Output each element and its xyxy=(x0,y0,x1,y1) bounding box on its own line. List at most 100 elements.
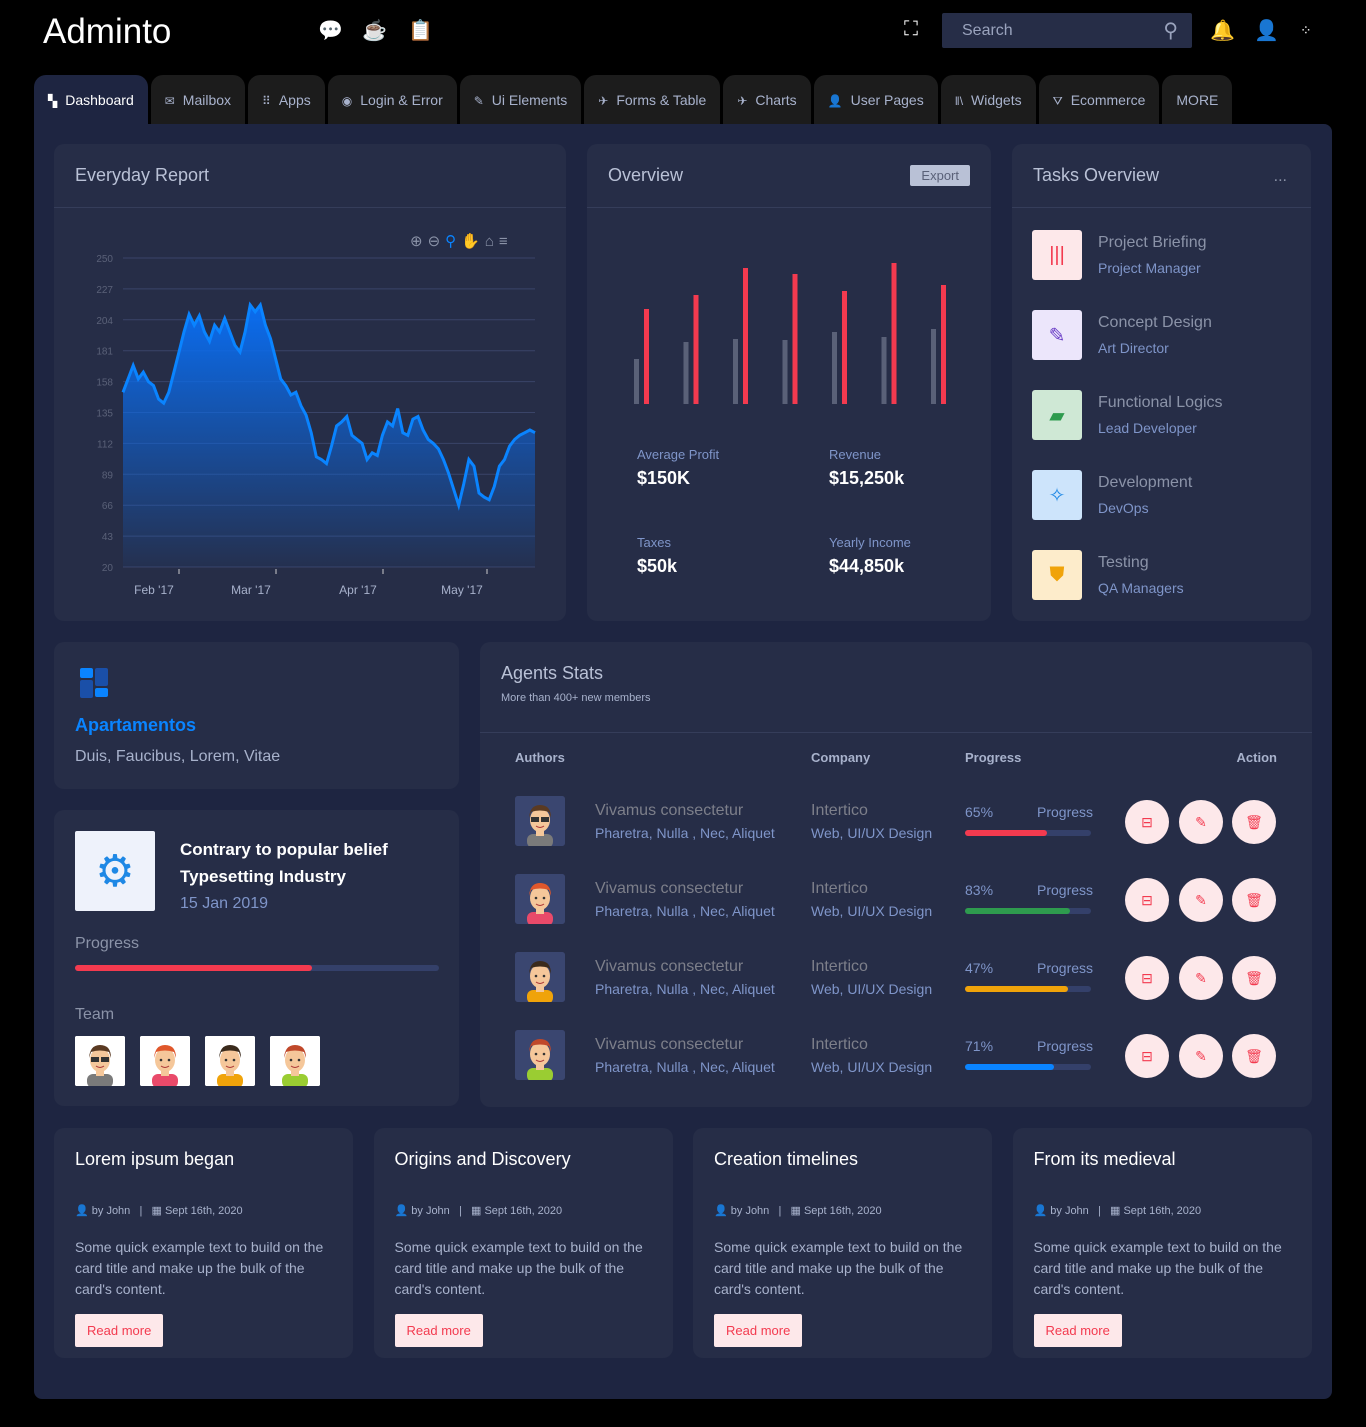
calendar-icon: ▦ xyxy=(1110,1205,1121,1217)
company-role: Web, UI/UX Design xyxy=(811,1059,933,1075)
tasks-overview-card: Tasks Overview ... ||| Project Briefing Pr… xyxy=(1012,144,1311,621)
read-more-button[interactable]: Read more xyxy=(75,1314,164,1347)
task-role: QA Managers xyxy=(1098,580,1184,596)
avatar[interactable] xyxy=(515,952,565,1002)
card-title: Agents Stats xyxy=(501,663,604,683)
clipboard-icon[interactable]: 📋 xyxy=(408,18,433,43)
post-card: Lorem ipsum began 👤 by John | ▦ Sept 16t… xyxy=(54,1128,353,1358)
delete-button[interactable]: 🗑 xyxy=(1232,800,1276,844)
tab-charts[interactable]: ✈ Charts xyxy=(723,75,811,124)
tab-label: Widgets xyxy=(971,92,1022,108)
app-logo[interactable]: Adminto xyxy=(43,12,171,52)
trash-icon: 🗑 xyxy=(1245,891,1263,908)
chat-icon[interactable]: 💬 xyxy=(318,18,343,43)
search-input[interactable]: Search ⚲ xyxy=(942,13,1192,48)
toggle-button[interactable]: ⊟ xyxy=(1125,878,1169,922)
delete-button[interactable]: 🗑 xyxy=(1232,1034,1276,1078)
user-icon: 👤 xyxy=(1033,1205,1048,1217)
post-title: Origins and Discovery xyxy=(394,1149,571,1169)
avatar[interactable] xyxy=(270,1036,320,1086)
avatar[interactable] xyxy=(75,1036,125,1086)
avatar[interactable] xyxy=(515,1030,565,1080)
avatar[interactable] xyxy=(515,874,565,924)
tab-dashboard[interactable]: ▚ Dashboard xyxy=(34,75,148,124)
tab-user-pages[interactable]: 👤 User Pages xyxy=(813,75,938,124)
post-date: Sept 16th, 2020 xyxy=(1123,1205,1202,1217)
overview-bar xyxy=(792,274,798,404)
toggle-icon: ⊟ xyxy=(1141,813,1153,830)
edit-icon: ✎ xyxy=(1195,813,1207,830)
project-card: ⚙ Contrary to popular belief Typesetting… xyxy=(54,810,459,1106)
toggle-icon: ⊟ xyxy=(1141,969,1153,986)
tab-more[interactable]: MORE xyxy=(1162,75,1233,124)
tab-login-error[interactable]: ◉ Login & Error xyxy=(327,75,457,124)
author-tags: Pharetra, Nulla , Nec, Aliquet xyxy=(595,981,775,997)
avatar[interactable] xyxy=(205,1036,255,1086)
delete-button[interactable]: 🗑 xyxy=(1232,956,1276,1000)
read-more-button[interactable]: Read more xyxy=(1033,1314,1122,1347)
task-role: Lead Developer xyxy=(1098,420,1197,436)
x-tick-label: Feb '17 xyxy=(134,583,174,597)
pin-icon: ✈ xyxy=(737,94,748,108)
company-role: Web, UI/UX Design xyxy=(811,903,933,919)
edit-button[interactable]: ✎ xyxy=(1179,800,1223,844)
edit-icon: ✎ xyxy=(1032,310,1082,360)
area-fill xyxy=(123,305,535,567)
task-item[interactable]: ||| Project Briefing Project Manager xyxy=(1032,230,1207,280)
team-label: Team xyxy=(75,1006,115,1023)
bell-icon[interactable]: 🔔 xyxy=(1210,18,1235,43)
overview-bar xyxy=(842,291,847,404)
toggle-button[interactable]: ⊟ xyxy=(1125,956,1169,1000)
progress-label: Progress xyxy=(1037,882,1094,898)
post-title: Creation timelines xyxy=(714,1149,859,1169)
task-title: Testing xyxy=(1098,554,1149,571)
tab-widgets[interactable]: ǁ\ Widgets xyxy=(940,75,1036,124)
apps-icon[interactable]: ⁘ xyxy=(1300,22,1312,39)
avatar[interactable] xyxy=(515,796,565,846)
user-icon: 👤 xyxy=(75,1205,89,1217)
overview-bar xyxy=(782,340,788,404)
tab-apps[interactable]: ⠿ Apps xyxy=(248,75,325,124)
edit-button[interactable]: ✎ xyxy=(1179,878,1223,922)
delete-button[interactable]: 🗑 xyxy=(1232,878,1276,922)
edit-button[interactable]: ✎ xyxy=(1179,956,1223,1000)
toggle-button[interactable]: ⊟ xyxy=(1125,1034,1169,1078)
task-item[interactable]: ▰ Functional Logics Lead Developer xyxy=(1032,390,1223,440)
toggle-button[interactable]: ⊟ xyxy=(1125,800,1169,844)
progress-bar xyxy=(965,1064,1091,1070)
read-more-button[interactable]: Read more xyxy=(394,1314,483,1347)
fullscreen-icon[interactable]: ⛶ xyxy=(904,18,918,41)
task-item[interactable]: ✎ Concept Design Art Director xyxy=(1032,310,1212,360)
gear-icon: ⚙ xyxy=(75,831,155,911)
more-icon[interactable]: ... xyxy=(1274,168,1287,186)
y-tick-label: 181 xyxy=(96,347,113,358)
tab-ui-elements[interactable]: ✎ Ui Elements xyxy=(459,75,582,124)
edit-icon: ✎ xyxy=(1195,891,1207,908)
header-authors: Authors xyxy=(515,750,565,765)
tab-mailbox[interactable]: ✉ Mailbox xyxy=(150,75,246,124)
toggle-icon: ⊟ xyxy=(1141,891,1153,908)
user-icon[interactable]: 👤 xyxy=(1254,18,1279,43)
progress-bar xyxy=(965,986,1091,992)
table-row: Vivamus consectetur Pharetra, Nulla , Ne… xyxy=(480,948,1312,1026)
x-tick-label: May '17 xyxy=(441,583,483,597)
apartment-title[interactable]: Apartamentos xyxy=(75,715,196,736)
avatar[interactable] xyxy=(140,1036,190,1086)
edit-icon: ✎ xyxy=(473,94,484,108)
progress-percent: 47% xyxy=(965,960,994,976)
post-date: Sept 16th, 2020 xyxy=(164,1205,243,1217)
coffee-icon[interactable]: ☕ xyxy=(362,18,387,43)
everyday-report-chart[interactable]: 250 227 204 181 158 135 112 89 66 43 20 Feb '17 Mar … xyxy=(54,144,566,621)
search-icon[interactable]: ⚲ xyxy=(1163,18,1178,43)
tab-forms-table[interactable]: ✈ Forms & Table xyxy=(584,75,721,124)
post-title: From its medieval xyxy=(1033,1149,1176,1169)
tab-ecommerce[interactable]: ⛛ Ecommerce xyxy=(1038,75,1160,124)
edit-button[interactable]: ✎ xyxy=(1179,1034,1223,1078)
task-item[interactable]: ✧ Development DevOps xyxy=(1032,470,1192,520)
task-item[interactable]: ⛊ Testing QA Managers xyxy=(1032,550,1184,600)
read-more-button[interactable]: Read more xyxy=(714,1314,803,1347)
post-text: Some quick example text to build on the … xyxy=(75,1239,324,1297)
table-row: Vivamus consectetur Pharetra, Nulla , Ne… xyxy=(480,1026,1312,1104)
post-author: by John xyxy=(411,1205,450,1217)
stat-label: Average Profit xyxy=(637,447,720,462)
